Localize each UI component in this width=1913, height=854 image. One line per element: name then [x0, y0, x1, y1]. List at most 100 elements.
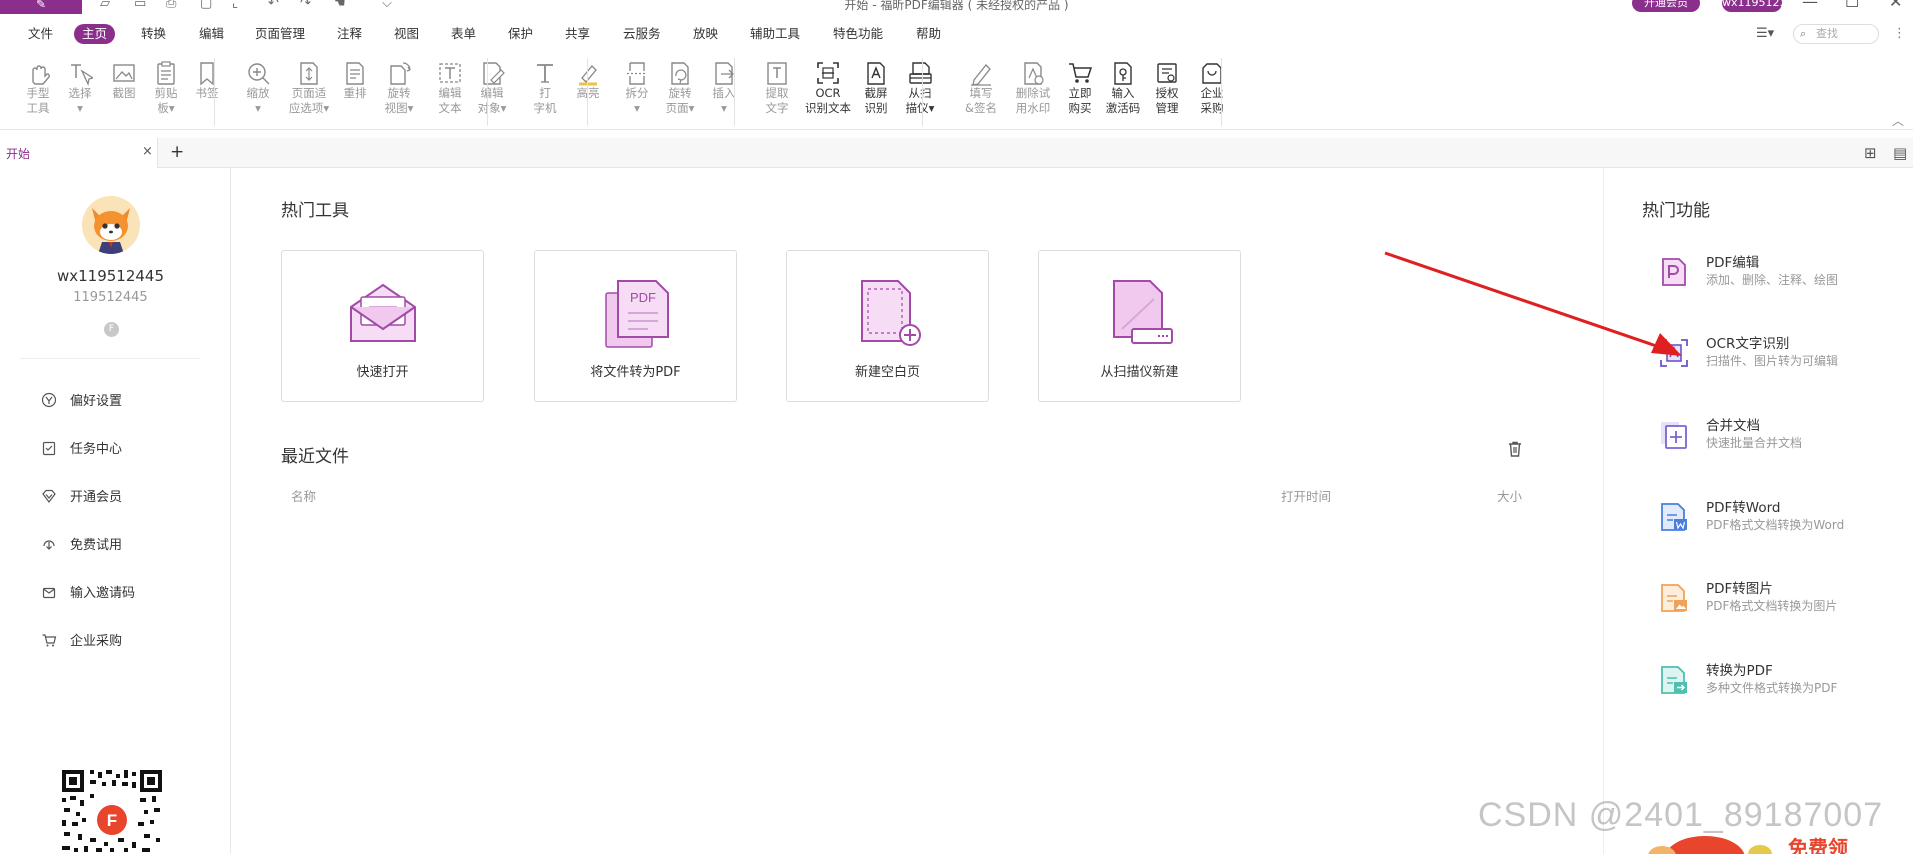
- sidebar-item-preferences[interactable]: 偏好设置: [40, 390, 122, 409]
- ribbon-label: 重排: [343, 86, 367, 100]
- ribbon-select-text-button[interactable]: 选择 ▾: [60, 60, 100, 116]
- more-icon[interactable]: ⋮: [1893, 26, 1906, 41]
- ribbon-fit-page-button[interactable]: 页面适 应选项▾: [289, 60, 329, 116]
- ribbon-edit-object-button[interactable]: 编辑 对象▾: [472, 60, 512, 116]
- menu-cloud[interactable]: 云服务: [615, 24, 669, 44]
- sidebar-item-membership[interactable]: 开通会员: [40, 486, 122, 505]
- menu-accessibility[interactable]: 辅助工具: [742, 24, 808, 44]
- ribbon-insert-button[interactable]: 插入 ▾: [704, 60, 744, 116]
- search-icon: ⌕: [1800, 27, 1807, 40]
- ribbon-clipboard-button[interactable]: 剪贴 板▾: [146, 60, 186, 116]
- ribbon-label: 填写 &签名: [965, 86, 997, 115]
- ribbon-label: 高亮: [576, 86, 600, 100]
- user-account-button[interactable]: wx119512...: [1722, 0, 1782, 12]
- clear-recent-trash-icon[interactable]: [1506, 440, 1524, 462]
- vip-button[interactable]: 开通会员: [1632, 0, 1700, 12]
- feature-subtitle: PDF格式文档转换为Word: [1706, 518, 1845, 532]
- ribbon-ocr-button[interactable]: OCR 识别文本: [805, 60, 851, 116]
- column-open-time[interactable]: 打开时间: [1281, 486, 1331, 505]
- feature-pdf-to-image[interactable]: PDF转图片 PDF格式文档转换为图片: [1656, 580, 1837, 616]
- menu-protect[interactable]: 保护: [500, 24, 541, 44]
- ribbon-bookmark-button[interactable]: 书签: [187, 60, 227, 101]
- feature-merge[interactable]: 合并文档 快速批量合并文档: [1656, 417, 1802, 453]
- collapse-ribbon-icon[interactable]: ︿: [1892, 112, 1904, 129]
- search-options-icon[interactable]: ☰▾: [1756, 26, 1774, 41]
- feature-title: 合并文档: [1706, 418, 1760, 434]
- ribbon-screenshot-ocr-button[interactable]: 截屏 识别: [856, 60, 896, 116]
- ribbon-enterprise-button[interactable]: 企业 采购: [1192, 60, 1232, 116]
- column-name[interactable]: 名称: [291, 486, 316, 505]
- list-view-icon[interactable]: ▤: [1893, 144, 1907, 162]
- menu-file[interactable]: 文件: [20, 24, 61, 44]
- ribbon-highlight-button[interactable]: 高亮: [568, 60, 608, 101]
- ribbon-extract-text-button[interactable]: 提取 文字: [757, 60, 797, 116]
- menu-home[interactable]: 主页: [74, 24, 116, 44]
- ribbon-label: 旋转 视图▾: [384, 86, 414, 115]
- sidebar-item-free-trial[interactable]: 免费试用: [40, 534, 122, 553]
- menu-help[interactable]: 帮助: [908, 24, 949, 44]
- menu-convert[interactable]: 转换: [133, 24, 174, 44]
- ribbon-rotate-view-button[interactable]: 旋转 视图▾: [379, 60, 419, 116]
- preferences-icon: [40, 391, 58, 409]
- menu-present[interactable]: 放映: [685, 24, 726, 44]
- quick-open-card[interactable]: 快速打开: [281, 250, 484, 402]
- ribbon-cart-button[interactable]: 立即 购买: [1060, 60, 1100, 116]
- close-button[interactable]: ✕: [1889, 0, 1902, 11]
- ribbon-hand-button[interactable]: 手型 工具: [18, 60, 58, 116]
- menu-form[interactable]: 表单: [443, 24, 484, 44]
- tab-start[interactable]: 开始 ×: [0, 138, 158, 168]
- search-input[interactable]: ⌕ 查找: [1793, 24, 1879, 44]
- menu-page-manage[interactable]: 页面管理: [247, 24, 313, 44]
- user-id: 119512445: [73, 290, 148, 305]
- maximize-button[interactable]: ☐: [1845, 0, 1859, 11]
- ribbon-label: 打 字机: [533, 86, 557, 115]
- document-tab-bar: 开始 × + ⊞ ▤: [0, 138, 1913, 168]
- convert-to-pdf-card[interactable]: PDF 将文件转为PDF: [534, 250, 737, 402]
- feature-title: PDF转图片: [1706, 581, 1773, 597]
- convert-pdf-icon: [1656, 662, 1692, 698]
- ribbon-split-button[interactable]: 拆分 ▾: [617, 60, 657, 116]
- ribbon-label: 编辑 文本: [438, 86, 462, 115]
- grid-view-icon[interactable]: ⊞: [1864, 144, 1877, 162]
- tab-close-icon[interactable]: ×: [142, 144, 153, 159]
- user-level-badge: F: [104, 322, 119, 337]
- ribbon-typewriter-button[interactable]: 打 字机: [525, 60, 565, 116]
- ribbon-label: 编辑 对象▾: [477, 86, 507, 115]
- card-label: 新建空白页: [854, 365, 920, 380]
- column-size[interactable]: 大小: [1497, 486, 1522, 505]
- sidebar-item-invite-code[interactable]: 输入邀请码: [40, 582, 135, 601]
- add-tab-button[interactable]: +: [170, 142, 184, 162]
- ribbon-edit-text-button[interactable]: 编辑 文本: [430, 60, 470, 116]
- ribbon-reflow-button[interactable]: 重排: [335, 60, 375, 101]
- ribbon-separator: [1221, 58, 1222, 126]
- menu-features[interactable]: 特色功能: [825, 24, 891, 44]
- ribbon-separator: [922, 58, 923, 126]
- ribbon-rotate-page-button[interactable]: 旋转 页面▾: [660, 60, 700, 116]
- menu-comment[interactable]: 注释: [329, 24, 370, 44]
- menu-view[interactable]: 视图: [386, 24, 427, 44]
- feature-subtitle: PDF格式文档转换为图片: [1706, 599, 1838, 613]
- pdf-to-word-icon: [1656, 499, 1692, 535]
- new-from-scanner-card[interactable]: 从扫描仪新建: [1038, 250, 1241, 402]
- menu-edit[interactable]: 编辑: [191, 24, 232, 44]
- sidebar-item-task-center[interactable]: 任务中心: [40, 438, 122, 457]
- menu-share[interactable]: 共享: [557, 24, 598, 44]
- edit-object-icon: [479, 60, 505, 86]
- feature-convert-to-pdf[interactable]: 转换为PDF 多种文件格式转换为PDF: [1656, 662, 1837, 698]
- ribbon-scanner-button[interactable]: 从扫 描仪▾: [900, 60, 940, 116]
- ribbon-license-button[interactable]: 授权 管理: [1147, 60, 1187, 116]
- minimize-button[interactable]: —: [1802, 0, 1818, 11]
- hot-features-title: 热门功能: [1642, 201, 1710, 221]
- screenshot-ocr-icon: [863, 60, 889, 86]
- feature-ocr[interactable]: OCR文字识别 扫描件、图片转为可编辑: [1656, 335, 1838, 371]
- ribbon-zoom-button[interactable]: 缩放 ▾: [238, 60, 278, 116]
- sidebar-item-enterprise-purchase[interactable]: 企业采购: [40, 630, 122, 649]
- avatar[interactable]: [82, 196, 140, 254]
- ribbon-snapshot-button[interactable]: 截图: [104, 60, 144, 101]
- feature-pdf-edit[interactable]: PDF编辑 添加、删除、注释、绘图: [1656, 254, 1838, 290]
- feature-pdf-to-word[interactable]: PDF转Word PDF格式文档转换为Word: [1656, 499, 1844, 535]
- ribbon-remove-watermark-button[interactable]: 删除试 用水印: [1013, 60, 1053, 116]
- ribbon-activation-button[interactable]: 输入 激活码: [1103, 60, 1143, 116]
- ribbon-fill-sign-button[interactable]: 填写 &签名: [961, 60, 1001, 116]
- new-blank-page-card[interactable]: 新建空白页: [786, 250, 989, 402]
